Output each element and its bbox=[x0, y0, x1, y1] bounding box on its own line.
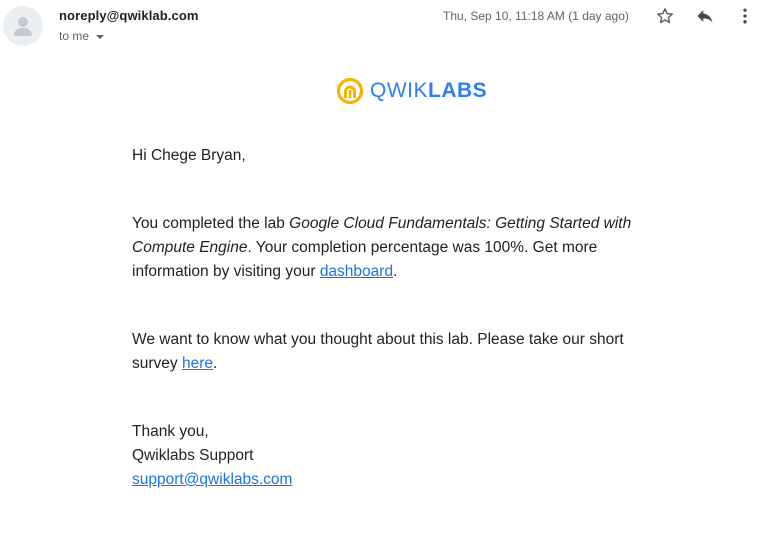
recipient-label: to me bbox=[59, 29, 90, 43]
reply-icon bbox=[697, 10, 713, 23]
support-email-link[interactable]: support@qwiklabs.com bbox=[132, 471, 292, 488]
sender-address[interactable]: noreply@qwiklab.com bbox=[59, 8, 199, 23]
thanks-line: Thank you, bbox=[132, 423, 209, 440]
completion-paragraph: You completed the lab Google Cloud Funda… bbox=[132, 215, 632, 280]
survey-link[interactable]: here bbox=[182, 355, 213, 372]
reply-button[interactable] bbox=[693, 4, 717, 28]
star-outline-icon bbox=[657, 8, 673, 24]
more-vertical-icon bbox=[743, 8, 747, 24]
person-icon bbox=[14, 17, 32, 36]
qwiklabs-logo: QWIKLABS bbox=[336, 77, 487, 105]
survey-paragraph: We want to know what you thought about t… bbox=[132, 331, 624, 372]
qwiklabs-wordmark: QWIKLABS bbox=[370, 79, 488, 102]
star-button[interactable] bbox=[653, 4, 677, 28]
email-date: Thu, Sep 10, 11:18 AM (1 day ago) bbox=[443, 9, 629, 23]
recipient-details-toggle[interactable]: to me bbox=[59, 29, 105, 43]
qwiklabs-mark-icon bbox=[336, 77, 364, 105]
signature-line: Qwiklabs Support bbox=[132, 447, 254, 464]
dashboard-link[interactable]: dashboard bbox=[320, 263, 393, 280]
caret-down-icon bbox=[96, 34, 105, 39]
greeting: Hi Chege Bryan, bbox=[132, 147, 246, 164]
sender-avatar[interactable] bbox=[3, 6, 43, 46]
signoff: Thank you, Qwiklabs Support support@qwik… bbox=[132, 420, 652, 492]
more-options-button[interactable] bbox=[733, 4, 757, 28]
email-header: noreply@qwiklab.com to me Thu, Sep 10, 1… bbox=[0, 0, 765, 52]
